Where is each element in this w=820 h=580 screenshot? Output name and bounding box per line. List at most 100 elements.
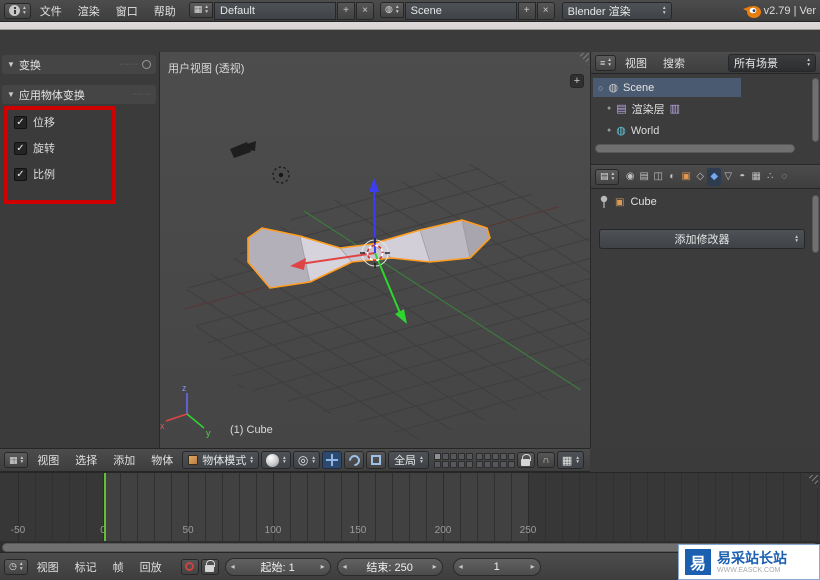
outliner-row-renderlayers[interactable]: ● ▤ 渲染层 ▥ [607,99,680,118]
watermark: 易 易采站长站 WWW.EASCK.COM [678,544,820,580]
snap-element-dropdown[interactable]: ▦ ▴ ▾ [556,451,584,469]
properties-vscrollbar[interactable] [812,195,819,253]
manipulator-scale-button[interactable] [366,451,387,469]
scene-tab-icon[interactable]: ◫ [651,168,665,186]
outliner-row-world[interactable]: ● ◍ World [607,121,659,140]
menu-view[interactable]: 视图 [30,557,66,577]
panel-options-icon[interactable] [142,60,151,69]
add-modifier-button[interactable]: 添加修改器 ▴ ▾ [599,229,805,249]
screen-layout-browse-button[interactable]: ▦ ▴ ▾ [188,1,214,18]
increment-arrow-icon[interactable]: ▸ [433,562,437,571]
frame-start-field[interactable]: ◂ 起始: 1 ▸ [224,557,331,576]
scene-field[interactable]: Scene [404,1,517,20]
mini-axis-widget: z y x [160,383,211,438]
current-frame-field[interactable]: ◂ 1 ▸ [452,557,541,576]
disclosure-icon[interactable]: ● [607,127,611,134]
screen-layout-close-button[interactable]: × [356,1,375,20]
editor-type-button-properties[interactable]: ▤ ▴ ▾ [595,168,620,185]
menu-view[interactable]: 视图 [618,53,654,73]
shading-dropdown[interactable]: ▴ ▾ [261,451,291,469]
texture-tab-icon[interactable]: ▦ [749,168,763,186]
collapse-arrow-icon: ▼ [7,60,15,69]
timeline-grid [0,473,820,541]
menu-add[interactable]: 添加 [106,450,142,470]
decrement-arrow-icon[interactable]: ◂ [459,562,463,571]
region-toggle-button[interactable]: + [570,74,584,88]
decrement-arrow-icon[interactable]: ◂ [343,562,347,571]
manipulator-translate-button[interactable] [322,451,343,469]
menu-playback[interactable]: 回放 [133,557,169,577]
modifiers-tab-icon[interactable]: ◆ [707,167,722,186]
gizmo-z-arrow [373,187,376,254]
object-data-tab-icon[interactable]: ▽ [721,168,735,186]
disclosure-icon[interactable]: ○ [598,83,603,93]
menu-select[interactable]: 选择 [68,450,104,470]
manipulator-rotate-button[interactable] [344,451,365,469]
scene-close-button[interactable]: × [536,1,555,20]
panel-grip-icon[interactable]: ········ [119,61,138,68]
properties-editor: ▤ ▴ ▾ ◉ ▤ ◫ ◐ ▣ ◇ ◆ ▽ ◓ ▦ ∴ ◌ ▣ Cube 添加修… [590,164,820,448]
increment-arrow-icon[interactable]: ▸ [321,562,325,571]
mode-dropdown[interactable]: 物体模式 ▴ ▾ [182,451,260,469]
render-engine-dropdown[interactable]: Blender 渲染 ▴ ▾ [561,1,672,20]
menu-marker[interactable]: 标记 [68,557,104,577]
constraints-tab-icon[interactable]: ◇ [693,168,707,186]
menu-frame[interactable]: 帧 [106,557,131,577]
panel-transform-header[interactable]: ▼ 变换 ········ [2,55,156,74]
editor-type-button-3dview[interactable]: ▦ ▴ ▾ [4,452,29,468]
layers-widget[interactable] [433,452,515,468]
translate-icon [326,454,339,466]
frame-end-field[interactable]: ◂ 结束: 250 ▸ [336,557,443,576]
editor-type-button-outliner[interactable]: ≡ ▴ ▾ [595,54,617,71]
scale-icon [371,455,382,465]
decrement-arrow-icon[interactable]: ◂ [231,562,235,571]
menu-view[interactable]: 视图 [30,450,66,470]
auto-keyframe-button[interactable] [180,558,199,575]
material-tab-icon[interactable]: ◓ [735,168,749,186]
editor-type-button-timeline[interactable]: ◷ ▴ ▾ [4,558,28,575]
menu-window[interactable]: 窗口 [109,1,145,21]
render-layers-tab-icon[interactable]: ▤ [637,168,651,186]
panel-grip-icon[interactable]: ········ [132,91,151,98]
menu-file[interactable]: 文件 [33,1,69,21]
outliner-row-scene[interactable]: ○ ◍ Scene [593,78,741,97]
render-layers-icon: ▤ [616,103,627,115]
camera-object[interactable] [230,141,256,158]
object-tab-icon[interactable]: ▣ [679,168,693,186]
scene-add-button[interactable]: + [517,1,536,20]
menu-render[interactable]: 渲染 [71,1,107,21]
viewport-3d[interactable]: z y x 用户视图 (透视) (1) Cube + [160,52,590,448]
viewport-header: ▦ ▴ ▾ 视图 选择 添加 物体 物体模式 ▴ ▾ ▴ ▾ ◎ ▴ ▾ 全局 ▴ ▾ [0,448,590,472]
screen-layout-add-button[interactable]: + [337,1,356,20]
scene-browse-button[interactable]: ◍ ▴ ▾ [380,1,404,18]
timeline[interactable]: -50 0 50 100 150 200 250 [0,472,820,552]
menu-object[interactable]: 物体 [144,450,180,470]
snap-toggle-button[interactable]: ∩ [536,452,555,468]
pin-icon[interactable] [599,195,609,209]
view3d-icon: ▦ [9,454,18,465]
world-tab-icon[interactable]: ◐ [665,168,679,186]
object-icon: ▣ [615,196,625,208]
render-tab-icon[interactable]: ◉ [623,168,637,186]
lamp-object[interactable] [272,166,290,184]
physics-tab-icon[interactable]: ◌ [777,168,791,186]
orientation-dropdown[interactable]: 全局 ▴ ▾ [388,451,429,469]
timeline-tick-label: -50 [10,525,26,536]
screen-layout-field[interactable]: Default [214,1,337,20]
outliner-vscrollbar[interactable] [812,78,819,142]
editor-type-button-info[interactable]: ▴ ▾ [4,2,31,19]
pivot-dropdown[interactable]: ◎ ▴ ▾ [292,451,321,469]
outliner-header: ≡ ▴ ▾ 视图 搜索 所有场景 ▴ ▾ [591,52,820,74]
lock-button[interactable] [200,558,219,575]
lock-to-scene-button[interactable] [516,452,535,468]
disclosure-icon[interactable]: ● [607,105,611,112]
timeline-playhead[interactable] [104,473,106,541]
viewport-3d-canvas[interactable]: z y x [160,52,590,448]
panel-apply-header[interactable]: ▼ 应用物体变换 ········ [2,85,156,104]
menu-search[interactable]: 搜索 [656,53,692,73]
outliner-filter-dropdown[interactable]: 所有场景 ▴ ▾ [728,53,816,72]
outliner-hscrollbar[interactable] [595,144,795,153]
increment-arrow-icon[interactable]: ▸ [531,562,535,571]
particles-tab-icon[interactable]: ∴ [763,168,777,186]
menu-help[interactable]: 帮助 [147,1,183,21]
